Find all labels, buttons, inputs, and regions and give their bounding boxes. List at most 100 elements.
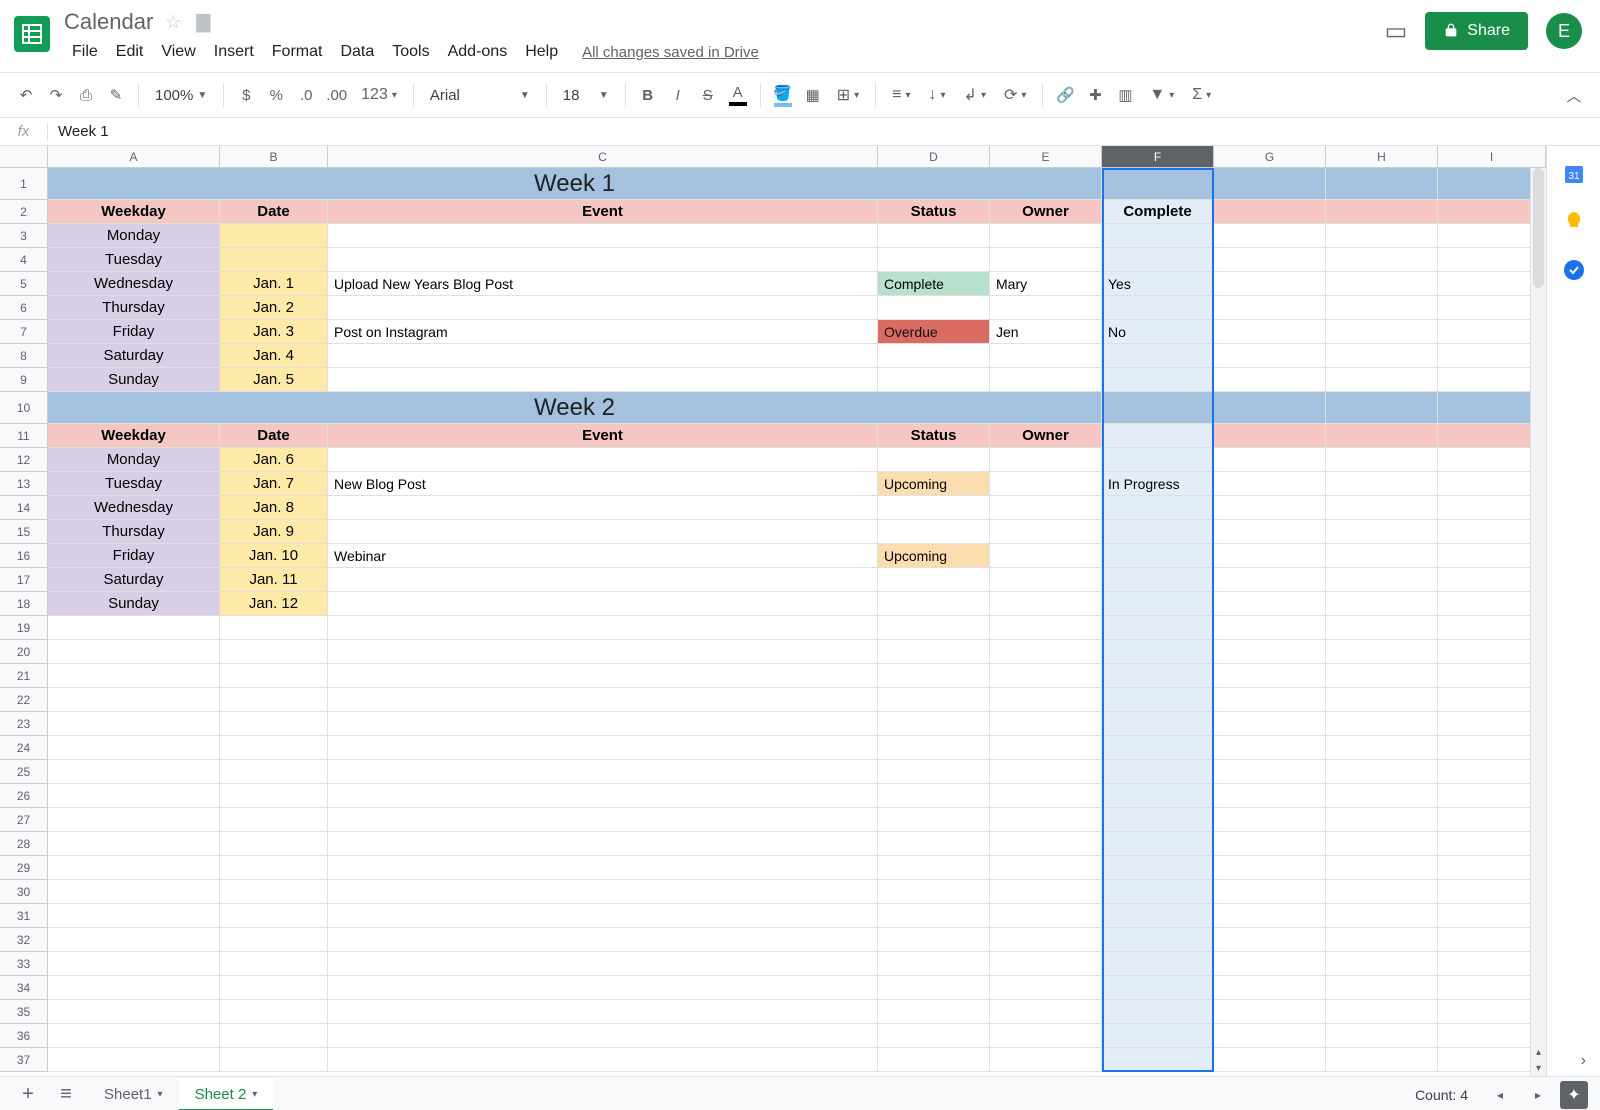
row-header[interactable]: 8 — [0, 344, 48, 368]
vertical-scrollbar[interactable]: ▴ ▾ — [1530, 168, 1546, 1076]
cell[interactable] — [990, 736, 1102, 760]
cell[interactable] — [1102, 392, 1214, 424]
cell[interactable] — [48, 688, 220, 712]
cell[interactable]: Jan. 5 — [220, 368, 328, 392]
star-icon[interactable]: ☆ — [163, 12, 183, 32]
row-header[interactable]: 25 — [0, 760, 48, 784]
cell[interactable] — [1326, 368, 1438, 392]
column-header-I[interactable]: I — [1438, 146, 1546, 167]
column-header-B[interactable]: B — [220, 146, 328, 167]
cell[interactable] — [1214, 736, 1326, 760]
cell[interactable]: Jen — [990, 320, 1102, 344]
cell[interactable] — [328, 832, 878, 856]
cell[interactable] — [878, 592, 990, 616]
italic-icon[interactable]: I — [664, 80, 692, 110]
cell[interactable] — [220, 832, 328, 856]
cell[interactable] — [878, 520, 990, 544]
cell[interactable] — [1102, 496, 1214, 520]
functions-dropdown[interactable]: Σ▾ — [1184, 80, 1219, 110]
cell[interactable] — [220, 952, 328, 976]
collapse-toolbar-icon[interactable]: ︿ — [1560, 80, 1588, 110]
cell[interactable] — [990, 544, 1102, 568]
zoom-dropdown[interactable]: 100%▼ — [147, 80, 215, 110]
cell[interactable] — [878, 664, 990, 688]
sheets-logo[interactable] — [12, 8, 52, 60]
insert-link-icon[interactable]: 🔗 — [1051, 80, 1079, 110]
move-folder-icon[interactable]: ▇ — [193, 12, 213, 32]
cell[interactable]: Status — [878, 200, 990, 224]
cell[interactable] — [1326, 320, 1438, 344]
drive-status[interactable]: All changes saved in Drive — [582, 44, 759, 61]
row-header[interactable]: 5 — [0, 272, 48, 296]
cell[interactable] — [1214, 640, 1326, 664]
cell[interactable] — [1102, 248, 1214, 272]
cell[interactable] — [878, 832, 990, 856]
cell[interactable] — [220, 1000, 328, 1024]
column-header-E[interactable]: E — [990, 146, 1102, 167]
menu-file[interactable]: File — [64, 39, 106, 65]
explore-button[interactable]: ✦ — [1560, 1081, 1588, 1109]
cell[interactable] — [48, 880, 220, 904]
cell[interactable] — [1326, 344, 1438, 368]
cell[interactable]: Sunday — [48, 368, 220, 392]
cell[interactable] — [1214, 760, 1326, 784]
cell[interactable] — [1102, 976, 1214, 1000]
cell[interactable] — [220, 904, 328, 928]
cell[interactable] — [328, 1000, 878, 1024]
cell[interactable] — [48, 616, 220, 640]
cell[interactable] — [220, 736, 328, 760]
cell[interactable] — [878, 904, 990, 928]
cell[interactable] — [1326, 784, 1438, 808]
cell[interactable] — [1326, 224, 1438, 248]
menu-data[interactable]: Data — [332, 39, 382, 65]
cell[interactable] — [878, 248, 990, 272]
cell[interactable] — [1102, 592, 1214, 616]
cell[interactable]: Jan. 10 — [220, 544, 328, 568]
row-header[interactable]: 21 — [0, 664, 48, 688]
cell[interactable] — [1102, 664, 1214, 688]
cell[interactable] — [1214, 368, 1326, 392]
cell[interactable] — [1326, 200, 1438, 224]
cell[interactable] — [990, 904, 1102, 928]
tasks-addon-icon[interactable] — [1562, 258, 1586, 282]
cell[interactable] — [328, 664, 878, 688]
cell[interactable] — [990, 496, 1102, 520]
row-header[interactable]: 9 — [0, 368, 48, 392]
column-header-C[interactable]: C — [328, 146, 878, 167]
cell[interactable] — [328, 736, 878, 760]
cell[interactable] — [1214, 320, 1326, 344]
row-header[interactable]: 24 — [0, 736, 48, 760]
cell[interactable] — [1102, 640, 1214, 664]
cell[interactable] — [1326, 248, 1438, 272]
row-header[interactable]: 1 — [0, 168, 48, 200]
cell[interactable] — [328, 296, 878, 320]
menu-tools[interactable]: Tools — [384, 39, 437, 65]
cell[interactable] — [990, 760, 1102, 784]
cell[interactable] — [1102, 424, 1214, 448]
cell[interactable] — [1214, 952, 1326, 976]
cell[interactable] — [1326, 168, 1438, 200]
cell[interactable] — [1326, 544, 1438, 568]
cell[interactable]: Mary — [990, 272, 1102, 296]
spreadsheet-grid[interactable]: ABCDEFGHI 1Week 12WeekdayDateEventStatus… — [0, 146, 1546, 1076]
hscroll-right-icon[interactable]: ▸ — [1522, 1079, 1554, 1110]
v-align-dropdown[interactable]: ↓▾ — [921, 80, 954, 110]
cell[interactable] — [990, 1048, 1102, 1072]
cell[interactable] — [1326, 832, 1438, 856]
cell[interactable] — [990, 880, 1102, 904]
cell[interactable] — [1326, 472, 1438, 496]
cell[interactable] — [990, 832, 1102, 856]
cell[interactable] — [1326, 640, 1438, 664]
cell[interactable] — [1214, 832, 1326, 856]
row-header[interactable]: 14 — [0, 496, 48, 520]
cell[interactable] — [1326, 856, 1438, 880]
cell[interactable] — [1326, 880, 1438, 904]
cell[interactable] — [878, 736, 990, 760]
filter-dropdown[interactable]: ▼▾ — [1141, 80, 1182, 110]
cell[interactable] — [48, 712, 220, 736]
cell[interactable] — [48, 1000, 220, 1024]
cell[interactable] — [878, 296, 990, 320]
menu-insert[interactable]: Insert — [206, 39, 262, 65]
cell[interactable] — [1326, 520, 1438, 544]
cell[interactable] — [220, 1048, 328, 1072]
